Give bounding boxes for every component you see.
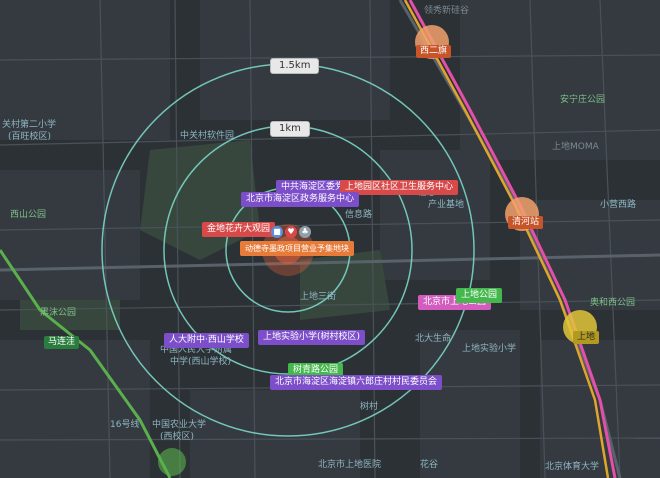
map-label-cau-xi: (西校区): [160, 432, 195, 442]
map-label-xinxilu: 信息路: [345, 210, 373, 220]
map-label-shangdi-sanjie: 上地三街: [300, 292, 337, 302]
map-label-guanzhuang: 关村第二小学: [2, 120, 57, 130]
map-label-zhongguancun-soft: 中关村软件园: [180, 131, 235, 141]
poi-tag-jinhua-park[interactable]: 金地花卉大观园: [202, 222, 276, 237]
metro-station-xierqi[interactable]: 西二旗: [416, 45, 452, 58]
building-icon[interactable]: ■: [271, 226, 283, 238]
tree-icon[interactable]: ♣: [299, 226, 311, 238]
metro-station-qinghe[interactable]: 清河站: [508, 216, 544, 229]
map-label-baiwang: (百旺校区): [8, 132, 52, 142]
map-label-cau: 中国农业大学: [152, 420, 207, 430]
map-label-rdfz-sub2: 中学(西山学校): [170, 357, 232, 367]
map-label-shangdi-yiyuan: 北京市上地医院: [318, 460, 382, 470]
poi-tag-shiyan-school[interactable]: 上地实验小学(树村校区): [258, 330, 366, 345]
map-label-xishan-park: 西山公园: [10, 210, 47, 220]
map-base: [0, 0, 660, 478]
ring-label-inner: 1km: [270, 121, 310, 137]
map-label-lingxiu: 领秀新硅谷: [424, 6, 470, 16]
poi-tag-rdfz[interactable]: 人大附中·西山学校: [164, 333, 249, 348]
metro-station-shangdi[interactable]: 上地: [573, 331, 600, 344]
poi-tag-shangdi-park[interactable]: 上地公园: [456, 288, 503, 303]
map-label-huayi: 花谷: [420, 460, 439, 470]
ring-label-outer: 1.5km: [270, 58, 320, 74]
map-label-chanye: 产业基地: [428, 200, 465, 210]
map-label-heimo-park: 黑沫公园: [40, 308, 77, 318]
map-canvas[interactable]: 领秀新硅谷 中关村软件园 信息 产业基地 上地实验小学 北大生命 中国人民大学附…: [0, 0, 660, 478]
heart-icon[interactable]: ♥: [285, 226, 297, 238]
map-label-aohe: 奥和西公园: [590, 298, 636, 308]
poi-tag-project[interactable]: 动德寺墨政项目营业予集地块: [240, 241, 354, 256]
map-label-line16: 16号线: [110, 420, 140, 430]
map-label-shangdi-shiyan: 上地实验小学: [462, 344, 517, 354]
map-label-moma: 上地MOMA: [552, 142, 599, 152]
map-label-xiaoying: 小营西路: [600, 200, 637, 210]
map-label-anning: 安宁庄公园: [560, 95, 606, 105]
metro-station-malianwa[interactable]: 马连洼: [44, 336, 80, 349]
map-label-sport-univ: 北京体育大学: [545, 462, 600, 472]
poi-tag-liucun-committee[interactable]: 北京市海淀区海淀镇六郎庄村村民委员会: [270, 375, 443, 390]
map-label-beida: 北大生命: [415, 334, 452, 344]
map-label-shucun: 树村: [360, 402, 379, 412]
poi-tag-gov-service[interactable]: 北京市海淀区政务服务中心: [241, 192, 360, 207]
